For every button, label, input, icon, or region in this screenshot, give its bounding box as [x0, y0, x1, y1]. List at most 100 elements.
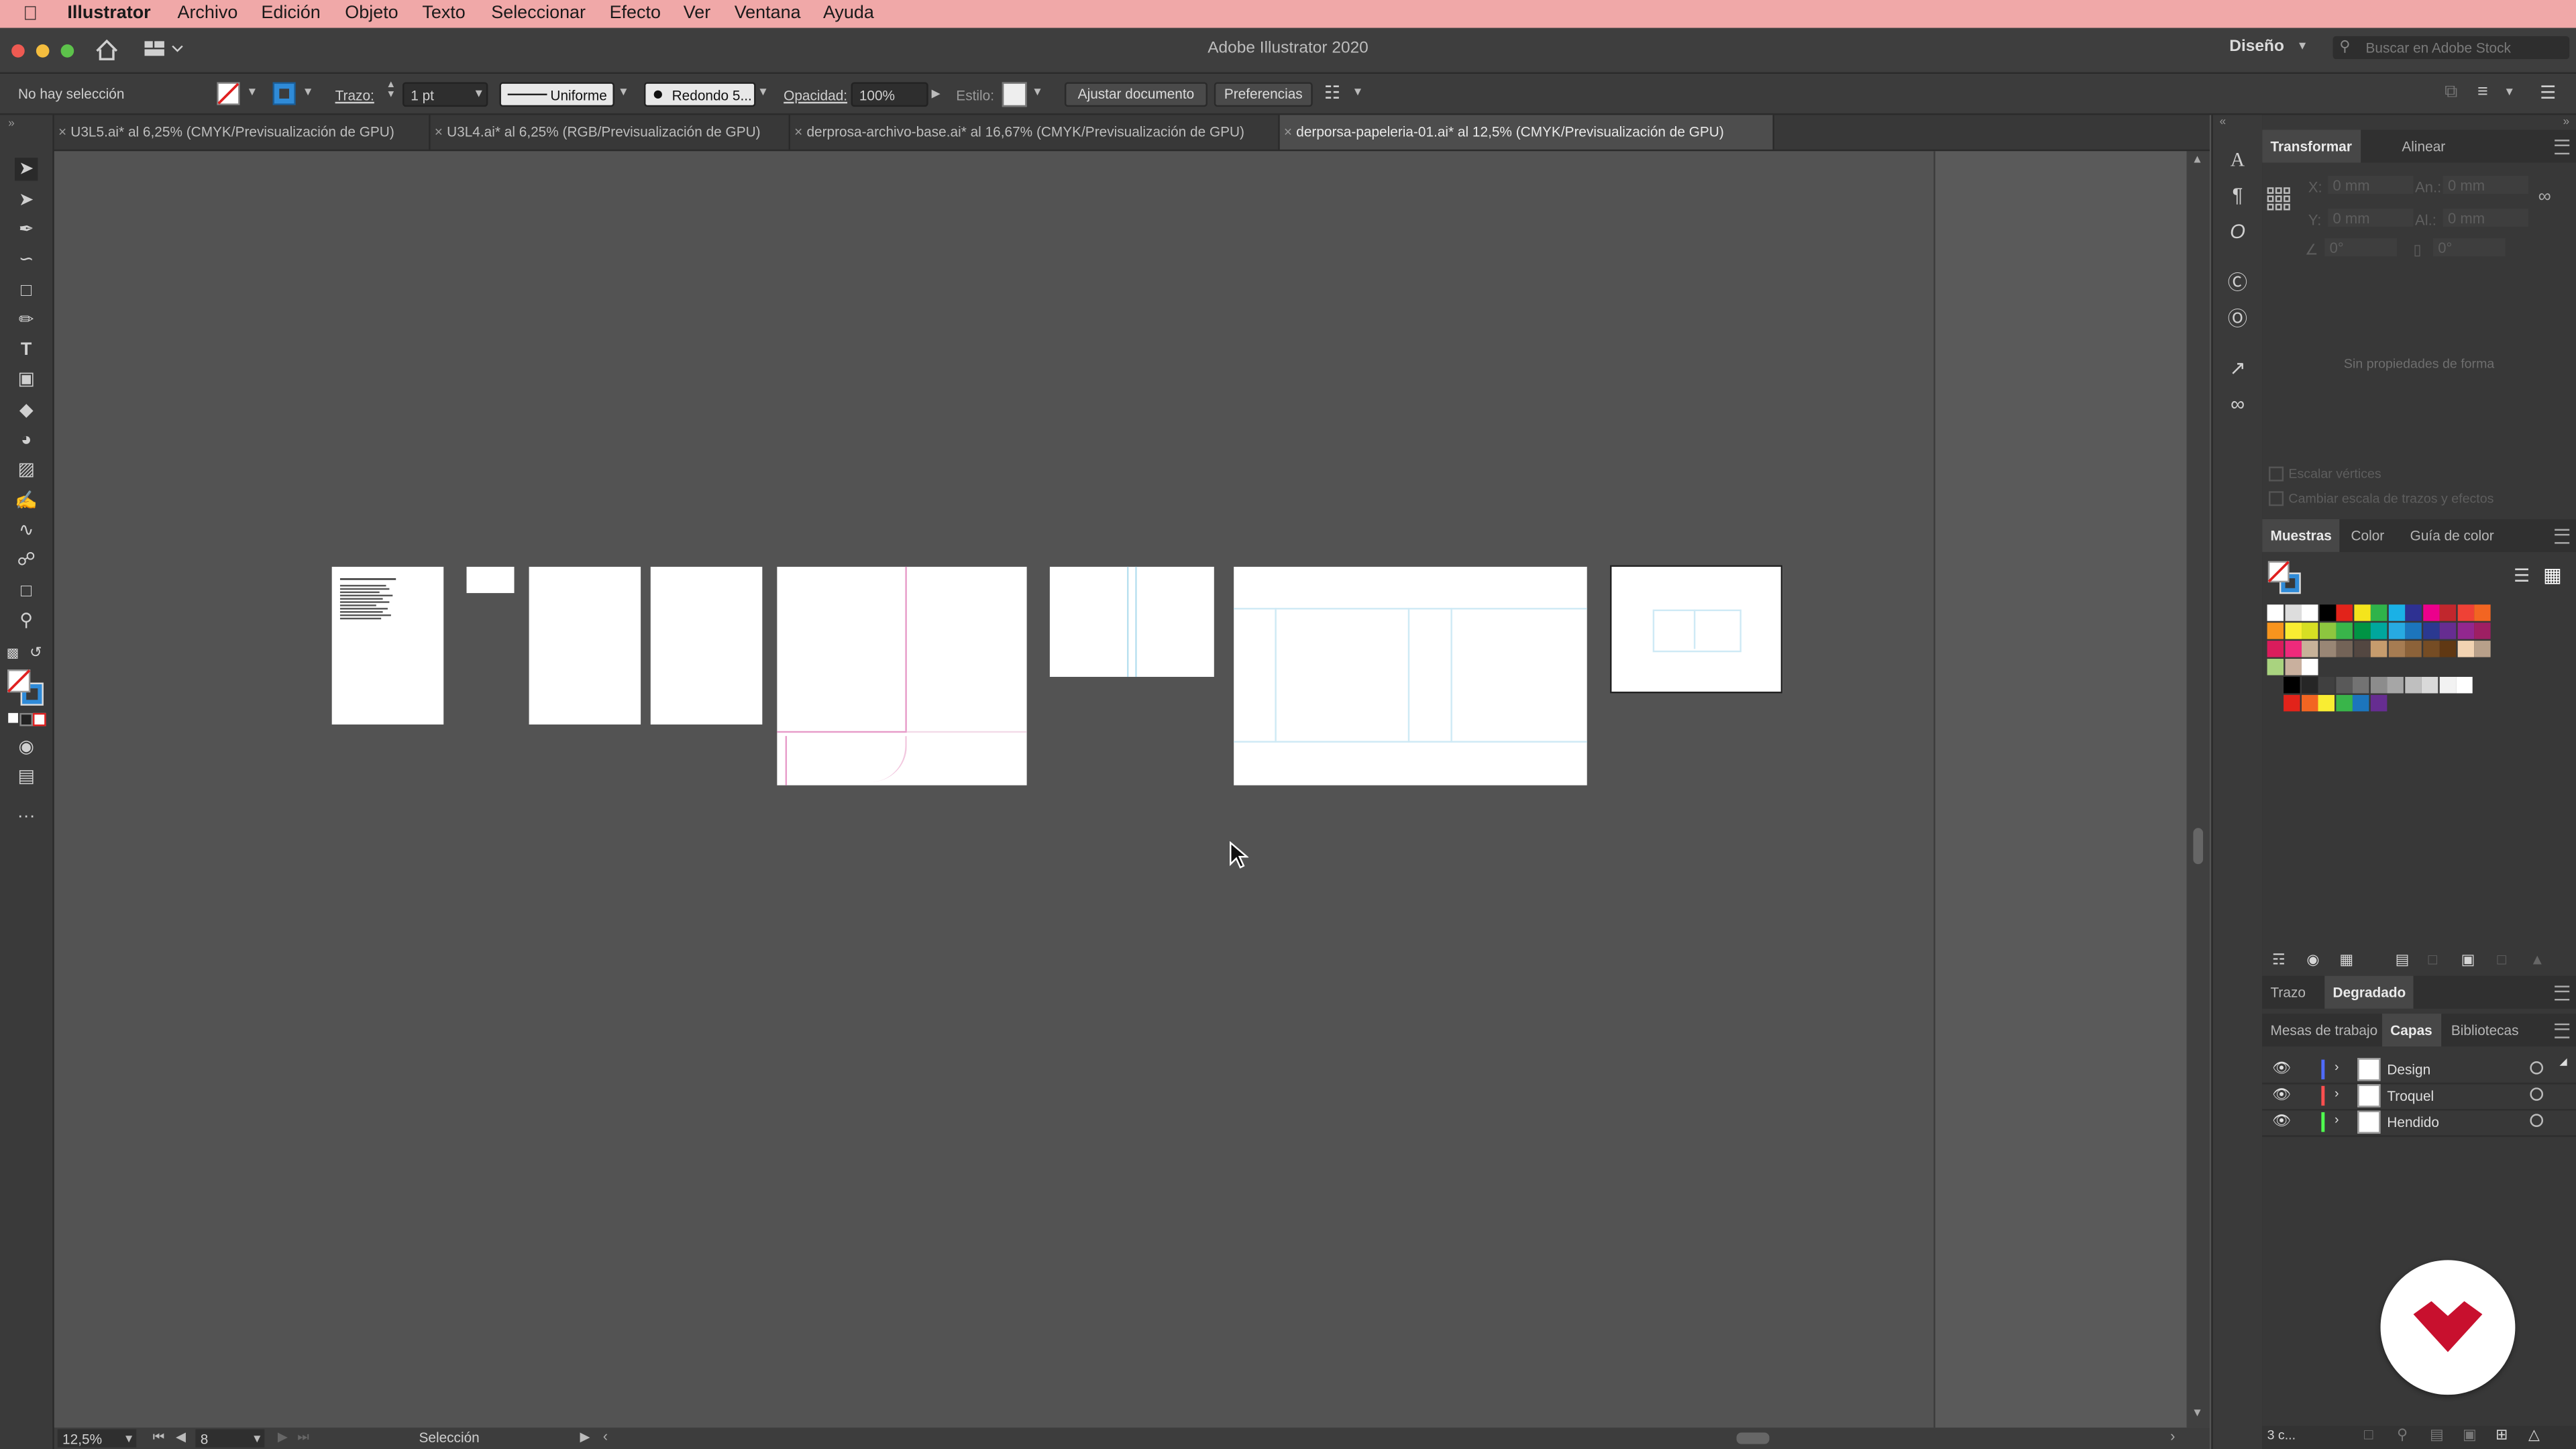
color-swatch[interactable]	[2353, 604, 2370, 621]
visibility-eye-icon[interactable]: 👁	[2272, 1060, 2291, 1078]
close-panels-icon[interactable]: »	[2563, 117, 2570, 128]
draw-mode-icon[interactable]: ◉	[15, 736, 38, 759]
add-to-library-icon[interactable]: □	[2428, 951, 2437, 967]
color-swatch[interactable]	[2267, 604, 2284, 621]
color-swatch[interactable]	[2300, 676, 2318, 694]
color-swatch[interactable]	[2370, 623, 2387, 639]
opentype-panel-icon[interactable]: O	[2226, 220, 2249, 243]
more-tools-icon[interactable]: ···	[15, 805, 38, 828]
artboard-number-field[interactable]: 8 ▼	[195, 1429, 265, 1448]
expand-layer-icon[interactable]: ›	[2334, 1086, 2339, 1101]
color-swatch[interactable]	[2353, 641, 2370, 657]
variable-width-profile[interactable]: Uniforme	[499, 82, 614, 107]
color-swatch[interactable]	[2370, 604, 2387, 621]
color-swatch[interactable]	[2302, 604, 2318, 621]
color-swatch[interactable]	[2335, 694, 2352, 712]
document-tab[interactable]: × U3L5.ai* al 6,25% (CMYK/Previsualizació…	[54, 115, 431, 150]
tab-mesas-de-trabajo[interactable]: Mesas de trabajo	[2262, 1014, 2385, 1046]
color-swatch[interactable]	[2318, 694, 2334, 712]
target-icon[interactable]	[2530, 1114, 2544, 1127]
list-view-icon[interactable]: ☰	[2514, 565, 2530, 586]
layer-name[interactable]: Design	[2387, 1061, 2430, 1077]
color-swatch[interactable]	[2302, 623, 2318, 639]
artboard-page[interactable]	[529, 566, 641, 724]
paintbrush-tool-icon[interactable]: ✏	[15, 309, 38, 331]
scale-strokes-checkbox[interactable]	[2269, 491, 2284, 506]
color-swatch[interactable]	[2474, 623, 2491, 639]
color-swatch[interactable]	[2300, 694, 2318, 712]
preferences-button[interactable]: Preferencias	[1214, 82, 1313, 107]
color-swatch[interactable]	[2284, 641, 2301, 657]
zoom-field[interactable]: 12,5% ▼	[57, 1429, 137, 1448]
apple-icon[interactable]: 	[23, 1, 38, 24]
menu-objeto[interactable]: Objeto	[345, 3, 398, 23]
color-swatch[interactable]	[2421, 676, 2438, 694]
color-swatch[interactable]	[2267, 623, 2284, 639]
menu-seleccionar[interactable]: Seleccionar	[491, 3, 586, 23]
color-swatch[interactable]	[2405, 623, 2422, 639]
collapse-icon[interactable]: »	[8, 118, 15, 129]
document-tab[interactable]: × U3L4.ai* al 6,25% (RGB/Previsualización…	[431, 115, 790, 150]
color-swatch[interactable]	[2336, 623, 2353, 639]
panel-menu-icon[interactable]	[2555, 1023, 2570, 1038]
default-colors-icon[interactable]: ▩	[7, 645, 19, 660]
layer-row[interactable]: 👁 › Hendido	[2262, 1109, 2576, 1137]
control-menu-icon[interactable]: ☰	[2540, 82, 2556, 103]
artboard-cover[interactable]	[1234, 566, 1587, 786]
first-artboard-icon[interactable]: ⏮	[153, 1430, 165, 1446]
artboard-envelope[interactable]	[1049, 566, 1214, 677]
color-swatch[interactable]	[2284, 623, 2301, 639]
menu-archivo[interactable]: Archivo	[177, 3, 237, 23]
chevron-down-icon[interactable]: ▼	[1352, 87, 1364, 99]
fill-dropdown-icon[interactable]: ▼	[246, 87, 258, 99]
swatches-fill-stroke-indicator[interactable]	[2267, 560, 2304, 596]
color-swatch[interactable]	[2302, 641, 2318, 657]
color-swatch[interactable]	[2405, 641, 2422, 657]
artboard-letter[interactable]	[331, 566, 444, 724]
last-artboard-icon[interactable]: ⏭	[297, 1430, 309, 1446]
color-swatch[interactable]	[2335, 676, 2352, 694]
color-swatch[interactable]	[2369, 694, 2387, 712]
vertical-scroll-thumb[interactable]	[2193, 828, 2204, 865]
tab-muestras[interactable]: Muestras	[2262, 519, 2341, 552]
color-group-icon[interactable]: ▤	[2396, 951, 2410, 969]
pen-tool-icon[interactable]: ✒	[15, 219, 38, 241]
opacity-label[interactable]: Opacidad:	[784, 87, 847, 103]
rotate-field[interactable]: 0°	[2324, 238, 2398, 257]
character-panel-icon[interactable]: A	[2226, 148, 2249, 170]
screen-mode-icon[interactable]: ▤	[15, 765, 38, 788]
fill-stroke-indicator[interactable]	[7, 669, 46, 708]
next-artboard-icon[interactable]: ▶	[278, 1430, 288, 1444]
menu-texto[interactable]: Texto	[422, 3, 465, 23]
color-swatch[interactable]	[2267, 659, 2284, 676]
h-field[interactable]: 0 mm	[2443, 209, 2528, 227]
color-swatch[interactable]	[2267, 641, 2284, 657]
visibility-eye-icon[interactable]: 👁	[2272, 1086, 2291, 1104]
stroke-dropdown-icon[interactable]: ▼	[303, 87, 314, 99]
close-tab-icon[interactable]: ×	[1280, 115, 1296, 149]
menu-ver[interactable]: Ver	[684, 3, 710, 23]
chevron-down-icon[interactable]: ▼	[1032, 87, 1043, 99]
stroke-stepper-icon[interactable]: ▲ ▼	[386, 80, 396, 100]
panel-menu-icon[interactable]	[2555, 985, 2570, 1001]
tab-guia-de-color[interactable]: Guía de color	[2402, 519, 2502, 552]
blend-tool-icon[interactable]: ∿	[15, 519, 38, 542]
panel-menu-icon[interactable]	[2555, 140, 2570, 155]
tab-bibliotecas[interactable]: Bibliotecas	[2443, 1014, 2527, 1046]
selection-tool-icon[interactable]: ➤	[15, 158, 38, 181]
color-swatch[interactable]	[2474, 604, 2491, 621]
character-styles-icon[interactable]: Ⓒ	[2226, 271, 2249, 294]
new-layer-icon[interactable]: ⊞	[2496, 1426, 2508, 1444]
symbol-sprayer-tool-icon[interactable]: ☍	[15, 549, 38, 572]
tab-transformar[interactable]: Transformar	[2262, 129, 2361, 163]
color-swatch[interactable]	[2474, 641, 2491, 657]
color-swatch[interactable]	[2387, 641, 2405, 657]
brush-definition[interactable]: Redondo 5...	[644, 82, 756, 107]
document-tab-active[interactable]: × derporsa-papeleria-01.ai* al 12,5% (CMY…	[1279, 115, 1774, 150]
gradient-tool-icon[interactable]: ▨	[15, 458, 38, 481]
horizontal-scroll-thumb[interactable]	[1736, 1432, 1770, 1444]
type-tool-icon[interactable]: T	[15, 338, 38, 361]
close-tab-icon[interactable]: ×	[54, 115, 70, 149]
tab-color[interactable]: Color	[2343, 519, 2392, 552]
scroll-up-icon[interactable]: ▲	[2192, 154, 2203, 166]
